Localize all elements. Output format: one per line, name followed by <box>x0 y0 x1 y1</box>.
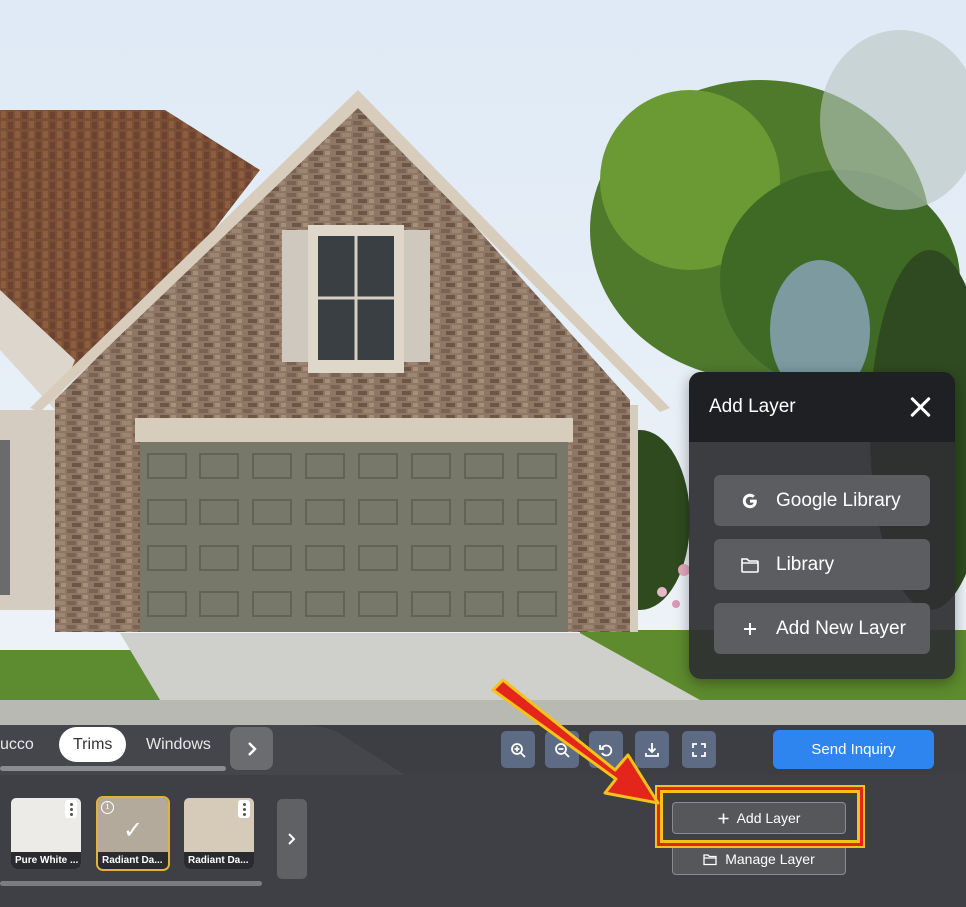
plus-icon <box>738 622 762 636</box>
popup-header: Add Layer <box>689 372 955 442</box>
send-inquiry-button[interactable]: Send Inquiry <box>773 730 934 769</box>
tabs-scrollbar[interactable] <box>0 766 226 771</box>
popup-title: Add Layer <box>709 396 796 417</box>
download-button[interactable] <box>635 731 669 768</box>
tab-stucco[interactable]: ucco <box>0 727 34 762</box>
google-library-button[interactable]: Google Library <box>714 475 930 526</box>
swatch-label: Pure White ... <box>11 852 81 869</box>
chevron-right-icon <box>247 741 257 756</box>
swatch-pure-white[interactable]: Pure White ... <box>11 798 81 869</box>
toolbar: ucco Trims Windows Send Inquiry <box>0 725 966 775</box>
info-icon[interactable]: i <box>101 801 114 814</box>
manage-layer-button[interactable]: Manage Layer <box>672 843 846 875</box>
folder-icon <box>738 556 762 574</box>
swatches-scrollbar[interactable] <box>0 881 262 886</box>
add-layer-popup: Add Layer Google Library Library Add New… <box>689 372 955 679</box>
add-layer-button[interactable]: Add Layer <box>672 802 846 834</box>
download-icon <box>645 742 659 757</box>
google-library-label: Google Library <box>776 489 901 511</box>
swatch-radiant-selected[interactable]: i ✓ Radiant Da... <box>96 796 170 871</box>
category-tabs: ucco Trims Windows <box>0 725 410 775</box>
undo-button[interactable] <box>589 731 623 768</box>
library-button[interactable]: Library <box>714 539 930 590</box>
plus-icon <box>718 813 729 824</box>
zoom-in-icon <box>511 742 526 758</box>
zoom-in-button[interactable] <box>501 731 535 768</box>
tab-windows[interactable]: Windows <box>146 727 211 762</box>
add-layer-label: Add Layer <box>736 810 801 826</box>
swatches-next-button[interactable] <box>277 799 307 879</box>
more-vertical-icon[interactable] <box>238 800 250 818</box>
swatch-label: Radiant Da... <box>184 852 254 869</box>
library-label: Library <box>776 553 835 575</box>
manage-layer-label: Manage Layer <box>725 851 815 867</box>
tab-trims[interactable]: Trims <box>59 727 127 762</box>
more-vertical-icon[interactable] <box>65 800 77 818</box>
chevron-right-icon <box>288 833 296 845</box>
fullscreen-button[interactable] <box>682 731 716 768</box>
tabs-next-button[interactable] <box>230 727 273 770</box>
swatch-label: Radiant Da... <box>98 852 168 869</box>
google-icon <box>738 492 762 510</box>
swatch-panel: Pure White ... i ✓ Radiant Da... Radiant… <box>0 775 966 907</box>
folder-icon <box>703 853 717 866</box>
add-new-layer-button[interactable]: Add New Layer <box>714 603 930 654</box>
swatch-radiant[interactable]: Radiant Da... <box>184 798 254 869</box>
add-new-layer-label: Add New Layer <box>776 617 906 639</box>
checkmark-icon: ✓ <box>122 816 144 844</box>
fullscreen-icon <box>692 742 706 757</box>
undo-icon <box>599 744 613 756</box>
zoom-out-icon <box>555 742 570 758</box>
zoom-out-button[interactable] <box>545 731 579 768</box>
close-icon[interactable] <box>907 394 933 420</box>
